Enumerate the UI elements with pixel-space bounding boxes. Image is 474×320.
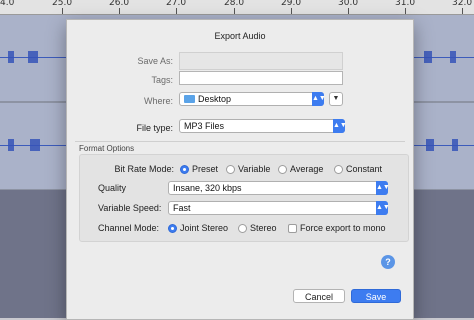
tick-label: 30.0 [338, 0, 359, 8]
tick-label: 31.0 [395, 0, 416, 8]
force-mono-checkbox[interactable] [288, 224, 297, 233]
file-type-value: MP3 Files [184, 121, 225, 131]
waveform-peak [452, 139, 458, 151]
save-button[interactable]: Save [351, 289, 401, 303]
waveform-peak [8, 51, 14, 63]
dialog-title: Export Audio [214, 31, 266, 41]
tick-label: 25.0 [52, 0, 73, 8]
chevron-updown-icon: ▲▼ [376, 181, 390, 195]
expand-button[interactable]: ▼ [329, 92, 343, 106]
quality-value: Insane, 320 kbps [173, 183, 242, 193]
tags-field[interactable] [179, 71, 343, 85]
waveform-peak [426, 139, 434, 151]
tick-label: 26.0 [109, 0, 130, 8]
tick-mark [348, 8, 349, 14]
file-type-label: File type: [136, 123, 173, 133]
radio-joint-stereo-label: Joint Stereo [180, 223, 229, 233]
radio-variable-label: Variable [238, 164, 271, 174]
waveform-peak [450, 51, 456, 63]
where-label: Where: [143, 96, 173, 106]
variable-speed-label: Variable Speed: [98, 203, 162, 213]
force-mono-label: Force export to mono [300, 223, 386, 233]
quality-label: Quality [98, 183, 127, 193]
folder-icon [184, 95, 195, 103]
channel-mode-label: Channel Mode: [98, 223, 160, 233]
where-value: Desktop [198, 94, 232, 104]
tick-mark [176, 8, 177, 14]
radio-average-label: Average [290, 164, 324, 174]
tick-mark [291, 8, 292, 14]
waveform-peak [8, 139, 14, 151]
radio-constant-label: Constant [346, 164, 383, 174]
variable-speed-popup[interactable]: Fast ▲▼ [168, 201, 390, 215]
divider [75, 141, 405, 142]
waveform-peak [28, 51, 38, 63]
tick-mark [234, 8, 235, 14]
waveform-peak [424, 51, 432, 63]
tick-label: 29.0 [281, 0, 302, 8]
radio-preset[interactable] [180, 165, 189, 174]
waveform-peak [30, 139, 40, 151]
chevron-down-icon: ▼ [332, 95, 340, 102]
tags-label: Tags: [151, 75, 173, 85]
timeline-ruler[interactable]: 4.0 25.0 26.0 27.0 28.0 29.0 30.0 31.0 3… [0, 0, 474, 15]
format-options-label: Format Options [79, 144, 135, 153]
radio-variable[interactable] [226, 165, 235, 174]
chevron-updown-icon: ▲▼ [312, 92, 326, 106]
radio-constant[interactable] [334, 165, 343, 174]
quality-popup[interactable]: Insane, 320 kbps ▲▼ [168, 181, 390, 195]
tick-mark [119, 8, 120, 14]
bit-rate-mode-label: Bit Rate Mode: [114, 164, 174, 174]
radio-stereo[interactable] [238, 224, 247, 233]
tick-label: 4.0 [0, 0, 15, 8]
save-as-field[interactable] [179, 52, 343, 70]
chevron-updown-icon: ▲▼ [376, 201, 390, 215]
format-options-group: Bit Rate Mode: Preset Variable Average C… [79, 154, 409, 242]
tick-mark [462, 8, 463, 14]
export-audio-dialog: Export Audio Save As: Tags: Where: Deskt… [66, 19, 414, 320]
radio-joint-stereo[interactable] [168, 224, 177, 233]
tick-label: 28.0 [224, 0, 245, 8]
variable-speed-value: Fast [173, 203, 191, 213]
radio-average[interactable] [278, 165, 287, 174]
radio-stereo-label: Stereo [250, 223, 277, 233]
tick-mark [62, 8, 63, 14]
tick-label: 32.0 [452, 0, 473, 8]
radio-preset-label: Preset [192, 164, 219, 174]
cancel-button[interactable]: Cancel [293, 289, 345, 303]
where-popup[interactable]: Desktop ▲▼ [179, 92, 326, 106]
tick-mark [405, 8, 406, 14]
file-type-popup[interactable]: MP3 Files ▲▼ [179, 119, 347, 133]
tick-label: 27.0 [166, 0, 187, 8]
help-icon[interactable]: ? [381, 255, 395, 269]
save-as-label: Save As: [137, 56, 173, 66]
chevron-updown-icon: ▲▼ [333, 119, 347, 133]
